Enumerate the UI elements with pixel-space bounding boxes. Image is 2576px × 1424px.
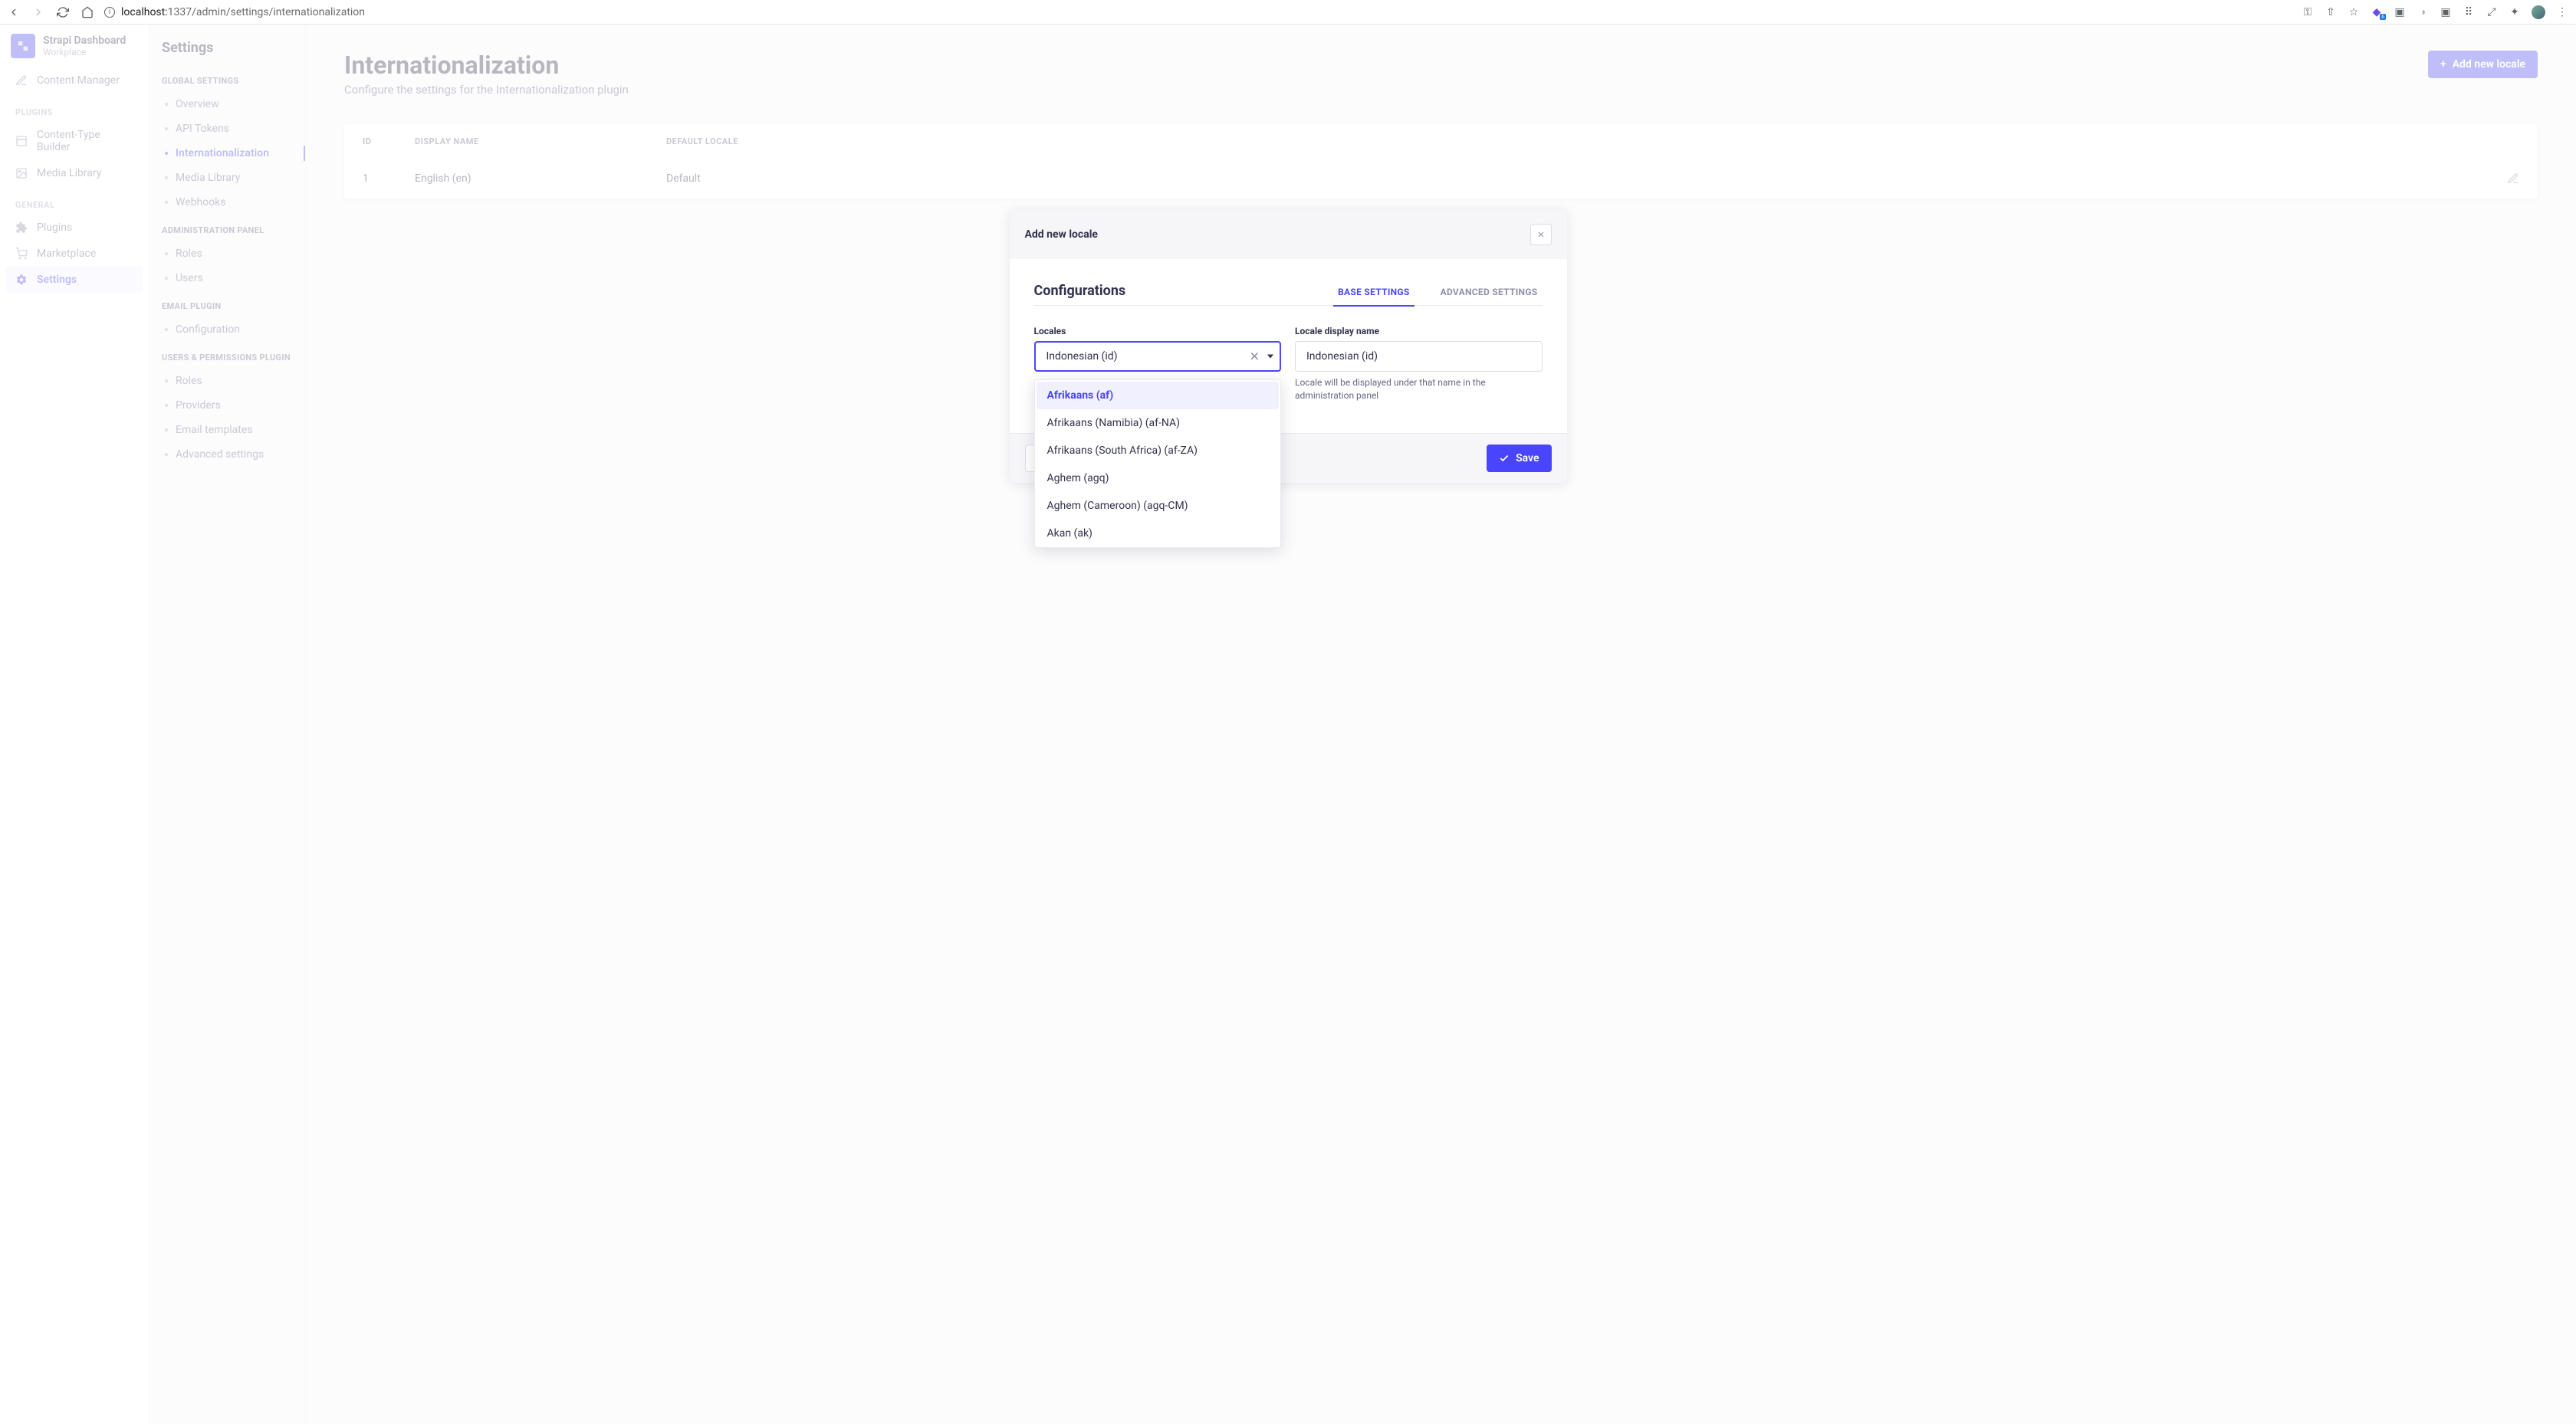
save-button[interactable]: Save — [1487, 445, 1551, 472]
home-icon[interactable] — [81, 6, 94, 18]
dropdown-item[interactable]: Akan (Ghana) (ak-GH) — [1037, 547, 1280, 548]
check-icon — [1499, 453, 1510, 464]
extension-dots-icon[interactable]: ⠿ — [2463, 6, 2475, 18]
url-host: localhost: — [121, 6, 168, 18]
dropdown-item[interactable]: Aghem (agq) — [1037, 464, 1280, 492]
clear-selection-icon[interactable]: ✕ — [1250, 349, 1260, 364]
locales-select[interactable] — [1034, 341, 1282, 372]
extension-crop-icon[interactable]: ⤢ — [2486, 6, 2498, 18]
dropdown-item[interactable]: Afrikaans (South Africa) (af-ZA) — [1037, 437, 1280, 464]
extension-circle-icon[interactable]: ◑ — [2417, 6, 2429, 18]
modal-close-button[interactable] — [1530, 224, 1552, 245]
site-info-icon[interactable]: i — [104, 7, 115, 18]
extension-frame-icon[interactable]: ▣ — [2394, 6, 2406, 18]
profile-avatar[interactable] — [2532, 5, 2545, 19]
key-icon[interactable]: ⚿ — [2302, 6, 2314, 18]
chrome-menu-icon[interactable]: ⋮ — [2556, 6, 2568, 18]
url-path: 1337/admin/settings/internationalization — [168, 6, 365, 18]
display-name-input[interactable] — [1295, 341, 1543, 372]
dropdown-item[interactable]: Afrikaans (Namibia) (af-NA) — [1037, 409, 1280, 437]
tab-advanced-settings[interactable]: ADVANCED SETTINGS — [1436, 279, 1543, 307]
share-icon[interactable]: ⇧ — [2325, 6, 2337, 18]
add-locale-modal: Add new locale Configurations BASE SETTI… — [1010, 210, 1567, 483]
nav-forward-icon[interactable] — [32, 6, 44, 18]
dropdown-item[interactable]: Aghem (Cameroon) (agq-CM) — [1037, 492, 1280, 520]
dropdown-item[interactable]: Afrikaans (af) — [1037, 382, 1280, 409]
extension-purple-icon[interactable]: ◆6 — [2371, 6, 2383, 18]
locales-dropdown: Afrikaans (af) Afrikaans (Namibia) (af-N… — [1034, 379, 1282, 548]
nav-back-icon[interactable] — [8, 6, 20, 18]
display-name-hint: Locale will be displayed under that name… — [1295, 376, 1543, 402]
locales-label: Locales — [1034, 326, 1282, 336]
display-name-label: Locale display name — [1295, 326, 1543, 336]
dropdown-item[interactable]: Akan (ak) — [1037, 520, 1280, 547]
chevron-down-icon[interactable] — [1267, 355, 1273, 359]
extensions-puzzle-icon[interactable]: ✦ — [2509, 6, 2521, 18]
tab-base-settings[interactable]: BASE SETTINGS — [1333, 279, 1414, 307]
camera-icon[interactable]: ▣ — [2440, 6, 2452, 18]
reload-icon[interactable] — [57, 6, 69, 18]
modal-overlay[interactable]: Add new locale Configurations BASE SETTI… — [0, 25, 2576, 1424]
close-icon — [1536, 230, 1546, 239]
modal-title: Add new locale — [1025, 228, 1098, 241]
browser-chrome: i localhost:1337/admin/settings/internat… — [0, 0, 2576, 25]
config-title: Configurations — [1034, 283, 1126, 305]
bookmark-star-icon[interactable]: ☆ — [2348, 6, 2360, 18]
url-bar[interactable]: i localhost:1337/admin/settings/internat… — [104, 6, 2291, 18]
